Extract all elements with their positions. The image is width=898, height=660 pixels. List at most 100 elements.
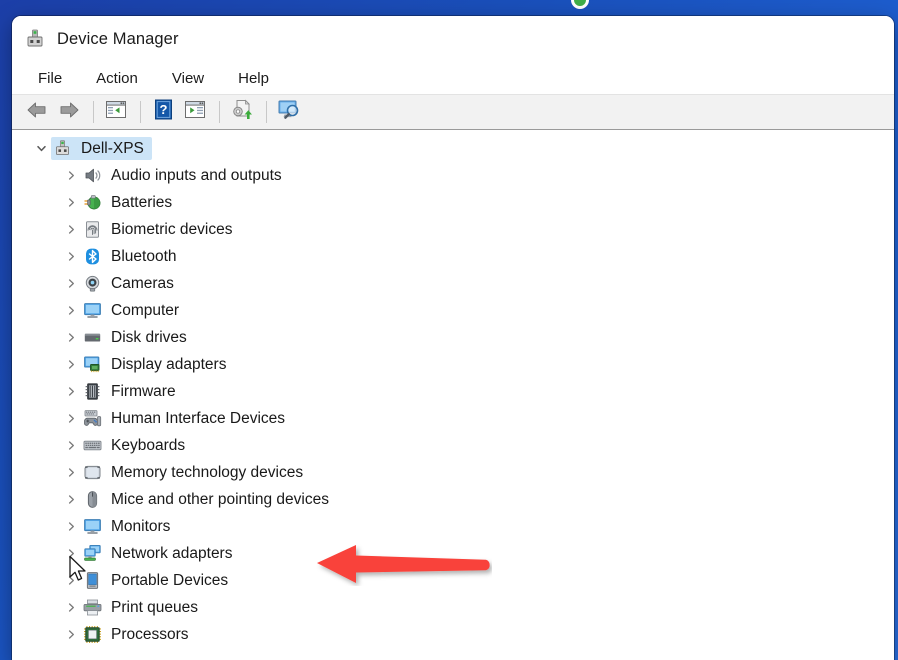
computer-node-icon (53, 139, 72, 158)
tree-item-label: Bluetooth (111, 248, 177, 266)
help-button[interactable]: ? (148, 98, 178, 126)
tree-item-label: Human Interface Devices (111, 410, 285, 428)
mouse-icon (83, 490, 102, 509)
chevron-right-icon[interactable] (64, 574, 78, 588)
chevron-right-icon[interactable] (64, 466, 78, 480)
tree-item-label: Network adapters (111, 545, 232, 563)
menu-view[interactable]: View (172, 70, 204, 87)
show-hide-console-tree-button[interactable] (101, 98, 131, 126)
tree-item-label: Monitors (111, 518, 170, 536)
chevron-right-icon[interactable] (64, 277, 78, 291)
tree-item-network-adapters[interactable]: Network adapters (12, 540, 894, 567)
tree-item-portable-devices[interactable]: Portable Devices (12, 567, 894, 594)
device-manager-icon (24, 28, 46, 50)
toolbar-separator (219, 101, 220, 123)
update-driver-button[interactable] (227, 98, 257, 126)
tree-item-label: Batteries (111, 194, 172, 212)
toolbar-separator (140, 101, 141, 123)
device-manager-window: Device Manager File Action View Help (12, 16, 894, 660)
bluetooth-icon (83, 247, 102, 266)
display-adapter-icon (83, 355, 102, 374)
tree-item-disk-drives[interactable]: Disk drives (12, 324, 894, 351)
chevron-right-icon[interactable] (64, 169, 78, 183)
tree-item-label: Keyboards (111, 437, 185, 455)
toolbar-separator (266, 101, 267, 123)
tree-item-label: Biometric devices (111, 221, 232, 239)
chevron-right-icon[interactable] (64, 358, 78, 372)
scan-monitor-icon (277, 99, 301, 125)
printer-icon (83, 598, 102, 617)
keyboard-icon (83, 436, 102, 455)
back-button[interactable] (22, 98, 52, 126)
tree-item-label: Display adapters (111, 356, 226, 374)
tree-item-mice-and-other-pointing-devices[interactable]: Mice and other pointing devices (12, 486, 894, 513)
tree-item-label: Computer (111, 302, 179, 320)
tree-item-label: Firmware (111, 383, 176, 401)
tree-item-label: Processors (111, 626, 189, 644)
question-mark-icon: ? (154, 99, 173, 125)
tree-item-firmware[interactable]: Firmware (12, 378, 894, 405)
tree-item-label: Memory technology devices (111, 464, 303, 482)
tree-root-label: Dell-XPS (81, 140, 144, 158)
chevron-right-icon[interactable] (64, 412, 78, 426)
chevron-right-icon[interactable] (64, 331, 78, 345)
memory-card-icon (83, 463, 102, 482)
tree-root-dell-xps[interactable]: Dell-XPS (12, 135, 894, 162)
scan-hardware-changes-button[interactable] (274, 98, 304, 126)
tree-item-computer[interactable]: Computer (12, 297, 894, 324)
window-title: Device Manager (57, 30, 179, 49)
tree-item-human-interface-devices[interactable]: Human Interface Devices (12, 405, 894, 432)
menu-file[interactable]: File (38, 70, 62, 87)
chevron-right-icon[interactable] (64, 520, 78, 534)
tree-item-cameras[interactable]: Cameras (12, 270, 894, 297)
tree-item-monitors[interactable]: Monitors (12, 513, 894, 540)
menu-help[interactable]: Help (238, 70, 269, 87)
tree-item-display-adapters[interactable]: Display adapters (12, 351, 894, 378)
monitor-icon (83, 301, 102, 320)
chevron-down-icon[interactable] (34, 142, 48, 156)
forward-arrow-icon (58, 101, 80, 124)
chevron-right-icon[interactable] (64, 223, 78, 237)
camera-icon (83, 274, 102, 293)
chip-icon (83, 382, 102, 401)
console-tree-icon (105, 100, 127, 124)
tree-item-print-queues[interactable]: Print queues (12, 594, 894, 621)
tree-item-label: Audio inputs and outputs (111, 167, 282, 185)
tree-item-audio-inputs-and-outputs[interactable]: Audio inputs and outputs (12, 162, 894, 189)
chevron-right-icon[interactable] (64, 304, 78, 318)
tree-item-label: Mice and other pointing devices (111, 491, 329, 509)
menu-bar: File Action View Help (12, 62, 894, 94)
update-driver-icon (231, 99, 254, 125)
tree-item-keyboards[interactable]: Keyboards (12, 432, 894, 459)
tree-item-bluetooth[interactable]: Bluetooth (12, 243, 894, 270)
svg-text:?: ? (159, 102, 167, 117)
phone-icon (83, 571, 102, 590)
chevron-right-icon[interactable] (64, 385, 78, 399)
tree-item-memory-technology-devices[interactable]: Memory technology devices (12, 459, 894, 486)
properties-window-icon (184, 100, 206, 124)
tree-item-label: Cameras (111, 275, 174, 293)
tree-item-batteries[interactable]: Batteries (12, 189, 894, 216)
chevron-right-icon[interactable] (64, 493, 78, 507)
chevron-right-icon[interactable] (64, 601, 78, 615)
chevron-right-icon[interactable] (64, 439, 78, 453)
tree-item-label: Print queues (111, 599, 198, 617)
forward-button[interactable] (54, 98, 84, 126)
tree-item-processors[interactable]: Processors (12, 621, 894, 648)
battery-icon (83, 193, 102, 212)
chevron-right-icon[interactable] (64, 196, 78, 210)
window-titlebar: Device Manager (12, 16, 894, 62)
monitor-icon (83, 517, 102, 536)
hid-gamepad-icon (83, 409, 102, 428)
chevron-right-icon[interactable] (64, 547, 78, 561)
menu-action[interactable]: Action (96, 70, 138, 87)
chevron-right-icon[interactable] (64, 628, 78, 642)
tree-item-biometric-devices[interactable]: Biometric devices (12, 216, 894, 243)
tree-item-label: Portable Devices (111, 572, 228, 590)
tree-item-label: Disk drives (111, 329, 187, 347)
processor-icon (83, 625, 102, 644)
desktop-background: Device Manager File Action View Help (0, 0, 898, 660)
chevron-right-icon[interactable] (64, 250, 78, 264)
back-arrow-icon (26, 101, 48, 124)
properties-button[interactable] (180, 98, 210, 126)
